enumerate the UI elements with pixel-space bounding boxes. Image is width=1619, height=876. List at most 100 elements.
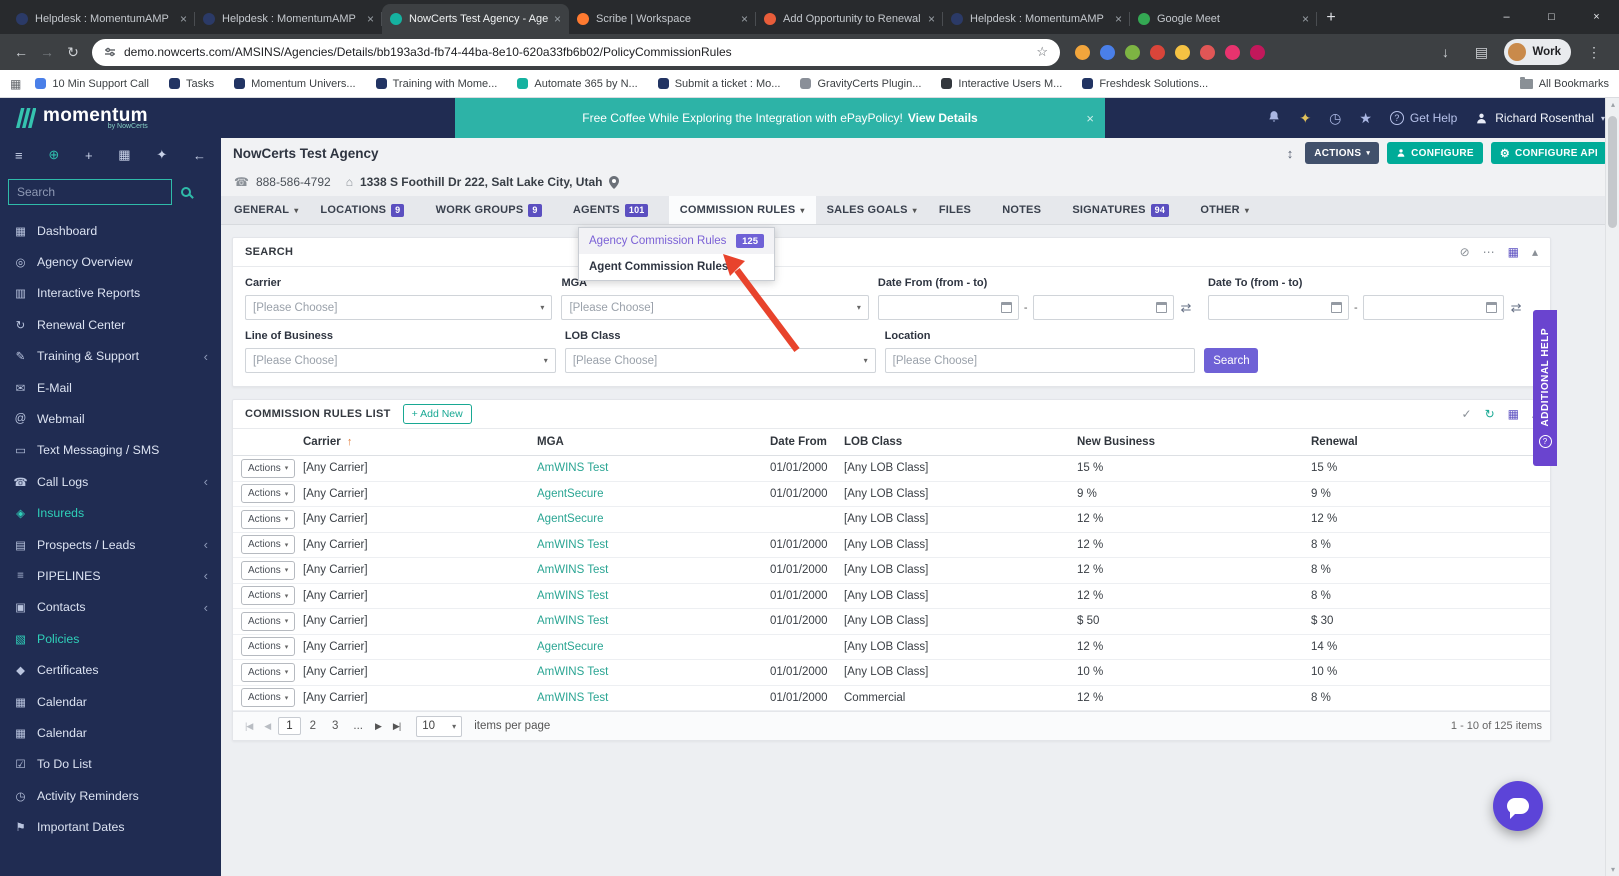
renewal-column-header[interactable]: Renewal: [1311, 436, 1550, 448]
scroll-up-icon[interactable]: ▴: [1606, 100, 1619, 109]
mga-link[interactable]: AmWINS Test: [537, 666, 608, 678]
extension-icon[interactable]: [1250, 44, 1265, 60]
extension-icon[interactable]: [1200, 44, 1215, 60]
history-clock-icon[interactable]: ◷: [1329, 110, 1341, 127]
next-page-button[interactable]: ▶: [371, 721, 385, 732]
bookmark-item[interactable]: Automate 365 by N...: [517, 78, 638, 90]
add-new-button[interactable]: + Add New: [402, 404, 472, 424]
all-bookmarks-button[interactable]: All Bookmarks: [1519, 76, 1609, 90]
sidebar-toolbar-icon[interactable]: ≡: [15, 148, 23, 163]
refresh-list-icon[interactable]: ↻: [1485, 407, 1495, 421]
row-actions-button[interactable]: Actions ▾: [241, 535, 296, 555]
additional-help-tab[interactable]: ADDITIONAL HELP ?: [1533, 310, 1557, 466]
browser-tab[interactable]: Scribe | Workspace ×: [569, 4, 756, 34]
lob-class-column-header[interactable]: LOB Class: [844, 436, 1077, 448]
page-number-button[interactable]: 2: [303, 718, 323, 734]
whats-new-wand-icon[interactable]: ✦: [1299, 110, 1311, 127]
chat-launcher-button[interactable]: [1493, 781, 1543, 831]
mga-link[interactable]: AmWINS Test: [537, 462, 608, 474]
sidebar-item[interactable]: ◎ Agency Overview ‹: [0, 246, 221, 277]
sidebar-toolbar-icon[interactable]: ⊕: [48, 147, 59, 163]
calendar-icon[interactable]: [1000, 302, 1012, 313]
new-tab-button[interactable]: +: [1317, 4, 1345, 32]
get-help-button[interactable]: ? Get Help: [1389, 111, 1457, 125]
extension-icon[interactable]: [1075, 44, 1090, 60]
mga-link[interactable]: AgentSecure: [537, 488, 604, 500]
agency-tab[interactable]: SALES GOALS ▾: [816, 196, 928, 224]
mga-link[interactable]: AmWINS Test: [537, 590, 608, 602]
tab-close-icon[interactable]: ×: [367, 12, 374, 26]
banner-close-icon[interactable]: ×: [1086, 111, 1094, 126]
agency-tab[interactable]: SIGNATURES 94 ▾: [1061, 196, 1189, 224]
sidebar-item[interactable]: ⚑ Important Dates ‹: [0, 811, 221, 842]
mga-link[interactable]: AgentSecure: [537, 513, 604, 525]
extension-icon[interactable]: [1125, 44, 1140, 60]
prev-page-button[interactable]: ◀: [260, 721, 274, 732]
sidebar-item[interactable]: ▦ Calendar ‹: [0, 717, 221, 748]
tab-close-icon[interactable]: ×: [1115, 12, 1122, 26]
back-icon[interactable]: ←: [8, 44, 34, 60]
agency-tab[interactable]: GENERAL ▾: [223, 196, 309, 224]
date-from-column-header[interactable]: Date From: [770, 436, 844, 448]
apps-grid-icon[interactable]: ▦: [10, 77, 21, 91]
sidebar-item[interactable]: ↻ Renewal Center ‹: [0, 309, 221, 340]
row-actions-button[interactable]: Actions ▾: [241, 560, 296, 580]
sidebar-item[interactable]: ◷ Activity Reminders ‹: [0, 780, 221, 811]
agency-tab[interactable]: LOCATIONS 9 ▾: [309, 196, 424, 224]
date-from-start-input[interactable]: [877, 295, 1019, 320]
address-bar[interactable]: demo.nowcerts.com/AMSINS/Agencies/Detail…: [92, 38, 1060, 66]
agency-tab[interactable]: COMMISSION RULES ▾: [668, 196, 816, 224]
bookmark-item[interactable]: Interactive Users M...: [941, 78, 1062, 90]
sidebar-toolbar-icon[interactable]: ✦: [156, 147, 167, 163]
banner-link[interactable]: View Details: [908, 111, 978, 125]
expand-collapse-icon[interactable]: ↕: [1287, 146, 1294, 161]
row-actions-button[interactable]: Actions ▾: [241, 662, 296, 682]
bookmark-item[interactable]: Submit a ticket : Mo...: [657, 78, 780, 90]
mga-select[interactable]: [Please Choose] ▾: [561, 295, 869, 320]
sidebar-item[interactable]: ▭ Text Messaging / SMS ‹: [0, 435, 221, 466]
bookmark-star-icon[interactable]: ☆: [1036, 44, 1048, 60]
browser-tab[interactable]: Helpdesk : MomentumAMP ×: [943, 4, 1130, 34]
scroll-down-icon[interactable]: ▾: [1606, 865, 1619, 874]
mga-link[interactable]: AgentSecure: [537, 641, 604, 653]
new-business-column-header[interactable]: New Business: [1077, 436, 1311, 448]
page-number-button[interactable]: 3: [325, 718, 345, 734]
page-number-button[interactable]: 1: [278, 717, 301, 735]
extension-icon[interactable]: [1225, 44, 1240, 60]
browser-tab[interactable]: Helpdesk : MomentumAMP ×: [195, 4, 382, 34]
last-page-button[interactable]: ▶|: [389, 721, 404, 732]
refresh-icon[interactable]: ↻: [60, 44, 86, 61]
map-pin-icon[interactable]: [609, 175, 620, 189]
extension-icon[interactable]: [1150, 44, 1165, 60]
date-to-end-input[interactable]: [1362, 295, 1504, 320]
window-maximize-button[interactable]: □: [1529, 0, 1574, 33]
line-of-business-select[interactable]: [Please Choose] ▾: [245, 348, 556, 373]
page-scrollbar[interactable]: ▴ ▾: [1605, 98, 1619, 876]
actions-button[interactable]: ACTIONS ▾: [1305, 142, 1380, 164]
agency-tab[interactable]: AGENTS 101 ▾: [562, 196, 669, 224]
sidebar-item[interactable]: ☎ Call Logs ‹: [0, 466, 221, 497]
bookmark-item[interactable]: Training with Mome...: [375, 78, 497, 90]
forward-icon[interactable]: →: [34, 44, 60, 60]
row-actions-button[interactable]: Actions ▾: [241, 637, 296, 657]
tab-close-icon[interactable]: ×: [1302, 12, 1309, 26]
tab-close-icon[interactable]: ×: [554, 12, 561, 26]
calendar-icon[interactable]: [1485, 302, 1497, 313]
row-actions-button[interactable]: Actions ▾: [241, 688, 296, 708]
mga-link[interactable]: AmWINS Test: [537, 692, 608, 704]
sidebar-item[interactable]: ✉ E-Mail ‹: [0, 372, 221, 403]
search-input[interactable]: [8, 179, 172, 205]
sidebar-item[interactable]: @ Webmail ‹: [0, 403, 221, 434]
browser-tab[interactable]: Helpdesk : MomentumAMP ×: [8, 4, 195, 34]
carrier-select[interactable]: [Please Choose] ▾: [245, 295, 553, 320]
sidebar-item[interactable]: ≡ PIPELINES ‹: [0, 560, 221, 591]
row-actions-button[interactable]: Actions ▾: [241, 484, 296, 504]
sidebar-toolbar-icon[interactable]: ←: [193, 148, 206, 163]
notifications-bell-icon[interactable]: [1267, 110, 1281, 127]
browser-tab[interactable]: Google Meet ×: [1130, 4, 1317, 34]
user-menu[interactable]: Richard Rosenthal ▾: [1475, 111, 1605, 125]
tab-close-icon[interactable]: ×: [928, 12, 935, 26]
carrier-column-header[interactable]: Carrier ↑: [303, 436, 537, 448]
downloads-icon[interactable]: ↓: [1432, 44, 1458, 60]
window-close-button[interactable]: ×: [1574, 0, 1619, 33]
